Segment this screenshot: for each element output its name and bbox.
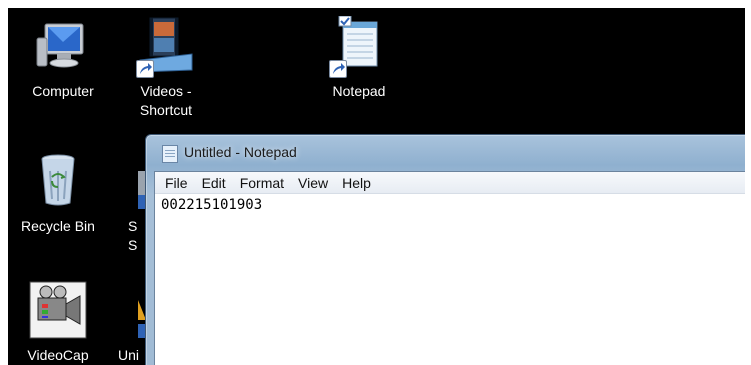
desktop-icon-notepad[interactable]: Notepad xyxy=(309,15,409,101)
desktop-icon-videos-shortcut[interactable]: Videos - Shortcut xyxy=(116,16,216,120)
menu-view[interactable]: View xyxy=(296,175,336,191)
window-title: Untitled - Notepad xyxy=(184,144,297,160)
desktop-icon-label: Videos - Shortcut xyxy=(139,83,193,118)
desktop-icon-recycle-bin[interactable]: Recycle Bin xyxy=(8,151,108,236)
shortcut-arrow-icon xyxy=(136,60,154,78)
recycle-bin-icon xyxy=(28,151,88,211)
title-bar[interactable]: Untitled - Notepad xyxy=(146,135,745,169)
notepad-window[interactable]: Untitled - Notepad File Edit Format View… xyxy=(145,134,745,365)
video-camera-icon xyxy=(28,280,88,340)
desktop-icon-label: Computer xyxy=(32,83,94,99)
videos-folder-icon xyxy=(136,16,196,78)
desktop-icon-videocap[interactable]: VideoCap xyxy=(8,280,108,365)
desktop-icon-label: Notepad xyxy=(332,83,386,99)
notepad-icon xyxy=(329,15,389,78)
menu-file[interactable]: File xyxy=(163,175,196,191)
shortcut-arrow-icon xyxy=(329,60,347,78)
text-editor[interactable]: 002215101903 xyxy=(155,194,745,216)
menu-help[interactable]: Help xyxy=(340,175,379,191)
desktop: Computer Videos - Shortcut Notepad Recyc… xyxy=(8,8,745,365)
computer-icon xyxy=(33,16,93,76)
desktop-icon-computer[interactable]: Computer xyxy=(13,16,113,101)
menu-bar: File Edit Format View Help xyxy=(155,172,745,194)
menu-edit[interactable]: Edit xyxy=(200,175,234,191)
menu-format[interactable]: Format xyxy=(238,175,292,191)
notepad-window-icon[interactable] xyxy=(162,145,178,163)
desktop-icon-label: VideoCap xyxy=(27,347,89,363)
desktop-icon-label: Recycle Bin xyxy=(21,218,95,234)
window-client: File Edit Format View Help 002215101903 xyxy=(154,171,745,365)
